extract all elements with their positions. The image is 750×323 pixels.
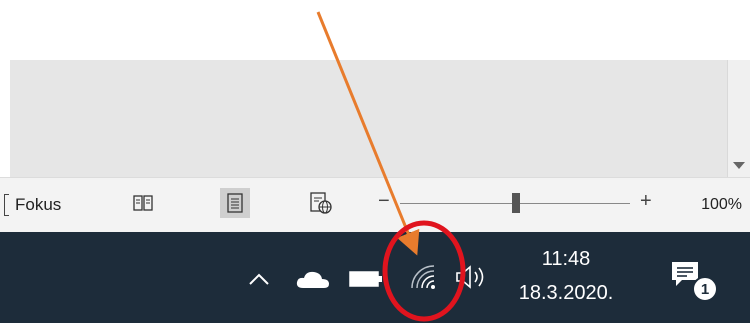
wifi-icon	[411, 265, 435, 289]
battery-icon	[349, 271, 382, 287]
page-icon	[227, 193, 243, 213]
onedrive-cloud-icon	[296, 271, 329, 288]
notification-count-badge: 1	[692, 276, 718, 302]
book-icon	[133, 195, 153, 211]
focus-bracket-icon	[4, 194, 9, 216]
onedrive-button[interactable]	[292, 264, 334, 294]
network-button[interactable]	[406, 260, 440, 294]
speaker-icon	[456, 265, 484, 289]
print-layout-button[interactable]	[220, 188, 250, 218]
volume-button[interactable]	[452, 260, 492, 294]
battery-button[interactable]	[346, 266, 386, 292]
zoom-slider-group: − +	[378, 188, 658, 218]
web-layout-button[interactable]	[306, 188, 336, 218]
read-mode-button[interactable]	[128, 188, 158, 218]
zoom-in-button[interactable]: +	[640, 190, 652, 213]
web-page-icon	[310, 192, 332, 214]
status-bar: Fokus − + 100%	[0, 177, 750, 233]
focus-label: Fokus	[15, 195, 62, 214]
zoom-level[interactable]: 100%	[701, 196, 742, 214]
show-hidden-icons-button[interactable]	[244, 264, 274, 294]
clock-time: 11:48	[541, 248, 591, 270]
scroll-down-button[interactable]	[728, 155, 750, 177]
taskbar: 11:48 18.3.2020. 1	[0, 232, 750, 323]
chevron-up-icon	[249, 273, 269, 285]
clock[interactable]: 11:48 18.3.2020.	[506, 242, 626, 310]
focus-button[interactable]: Fokus	[4, 194, 62, 216]
action-center-button[interactable]: 1	[666, 254, 718, 304]
scroll-down-arrow-icon	[733, 162, 745, 169]
vertical-scrollbar[interactable]	[727, 60, 750, 177]
zoom-out-button[interactable]: −	[378, 190, 390, 213]
document-area	[10, 60, 750, 177]
zoom-thumb[interactable]	[512, 193, 520, 213]
clock-date: 18.3.2020.	[518, 282, 614, 304]
